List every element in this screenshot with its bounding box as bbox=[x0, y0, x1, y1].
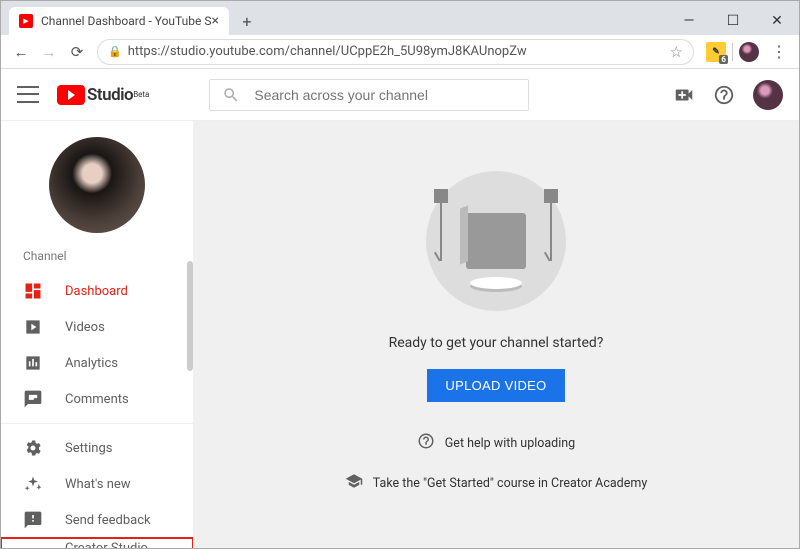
url-text: https://studio.youtube.com/channel/UCppE… bbox=[128, 44, 664, 59]
sidebar-item-dashboard[interactable]: Dashboard bbox=[1, 273, 193, 309]
lock-icon: 🔒 bbox=[108, 45, 122, 58]
sidebar-scrollbar[interactable] bbox=[187, 261, 193, 371]
extension-badge[interactable]: ✎ bbox=[706, 42, 726, 62]
whatsnew-icon bbox=[23, 474, 43, 494]
main-content: Ready to get your channel started? UPLOA… bbox=[193, 121, 799, 548]
youtube-icon bbox=[57, 85, 85, 105]
logo-text: Studio bbox=[87, 85, 133, 105]
search-input[interactable] bbox=[254, 87, 516, 103]
sidebar-item-comments[interactable]: Comments bbox=[1, 381, 193, 417]
help-uploading-label: Get help with uploading bbox=[445, 436, 575, 451]
browser-titlebar: Channel Dashboard - YouTube S × + — ☐ ✕ bbox=[1, 1, 799, 35]
sidebar-item-label: Videos bbox=[65, 320, 105, 335]
nav-back-button[interactable]: ← bbox=[7, 38, 35, 66]
creator-academy-label: Take the "Get Started" course in Creator… bbox=[373, 476, 647, 491]
divider bbox=[732, 43, 733, 61]
help-uploading-link[interactable]: Get help with uploading bbox=[417, 432, 575, 454]
sidebar-item-analytics[interactable]: Analytics bbox=[1, 345, 193, 381]
browser-address-bar: ← → ⟳ 🔒 https://studio.youtube.com/chann… bbox=[1, 35, 799, 69]
sidebar-item-label: What's new bbox=[65, 477, 131, 492]
youtube-favicon bbox=[19, 14, 33, 28]
videos-icon bbox=[23, 317, 43, 337]
help-button[interactable] bbox=[713, 84, 735, 106]
sidebar-item-settings[interactable]: Settings bbox=[1, 430, 193, 466]
comments-icon bbox=[23, 389, 43, 409]
help-icon bbox=[417, 432, 435, 454]
sidebar-item-label: Creator Studio Classic bbox=[65, 541, 171, 548]
youtube-studio-logo[interactable]: Studio Beta bbox=[57, 85, 149, 105]
browser-tab[interactable]: Channel Dashboard - YouTube S × bbox=[9, 7, 229, 35]
window-minimize-button[interactable]: — bbox=[667, 11, 711, 35]
create-video-button[interactable] bbox=[673, 84, 695, 106]
sidebar-item-label: Comments bbox=[65, 392, 129, 407]
upload-video-button[interactable]: UPLOAD VIDEO bbox=[427, 369, 564, 402]
channel-avatar[interactable] bbox=[49, 137, 145, 233]
sidebar: Channel Dashboard Videos Analytics Comme… bbox=[1, 121, 193, 548]
tab-title: Channel Dashboard - YouTube S bbox=[41, 14, 211, 28]
app-header: Studio Beta bbox=[1, 69, 799, 121]
nav-forward-button[interactable]: → bbox=[35, 38, 63, 66]
tab-close-button[interactable]: × bbox=[211, 13, 218, 29]
nav-reload-button[interactable]: ⟳ bbox=[63, 38, 91, 66]
sidebar-item-label: Send feedback bbox=[65, 513, 151, 528]
sidebar-item-whats-new[interactable]: What's new bbox=[1, 466, 193, 502]
sidebar-section-label: Channel bbox=[1, 243, 193, 273]
window-controls: — ☐ ✕ bbox=[667, 11, 799, 35]
empty-state-illustration bbox=[426, 171, 566, 311]
dashboard-icon bbox=[23, 281, 43, 301]
hamburger-menu-button[interactable] bbox=[17, 84, 39, 106]
window-close-button[interactable]: ✕ bbox=[755, 11, 799, 35]
search-icon bbox=[222, 86, 240, 104]
address-field[interactable]: 🔒 https://studio.youtube.com/channel/UCp… bbox=[97, 39, 694, 65]
sidebar-item-label: Dashboard bbox=[65, 284, 128, 299]
creator-academy-link[interactable]: Take the "Get Started" course in Creator… bbox=[345, 472, 647, 494]
analytics-icon bbox=[23, 353, 43, 373]
window-maximize-button[interactable]: ☐ bbox=[711, 11, 755, 35]
browser-profile-avatar[interactable] bbox=[739, 42, 759, 62]
sidebar-item-feedback[interactable]: Send feedback bbox=[1, 502, 193, 538]
bookmark-star-icon[interactable]: ☆ bbox=[670, 43, 683, 61]
sidebar-divider bbox=[1, 423, 193, 424]
gear-icon bbox=[23, 438, 43, 458]
sidebar-item-label: Settings bbox=[65, 441, 112, 456]
browser-menu-button[interactable]: ⋮ bbox=[765, 42, 793, 61]
empty-state-heading: Ready to get your channel started? bbox=[389, 335, 604, 351]
sidebar-item-creator-studio-classic[interactable]: Creator Studio Classic bbox=[1, 538, 193, 548]
search-box[interactable] bbox=[209, 79, 529, 111]
logo-beta-label: Beta bbox=[133, 90, 149, 99]
feedback-icon bbox=[23, 510, 43, 530]
academy-icon bbox=[345, 472, 363, 494]
sidebar-item-label: Analytics bbox=[65, 356, 118, 371]
sidebar-item-videos[interactable]: Videos bbox=[1, 309, 193, 345]
classic-icon bbox=[23, 546, 43, 548]
account-avatar[interactable] bbox=[753, 80, 783, 110]
new-tab-button[interactable]: + bbox=[235, 9, 259, 33]
